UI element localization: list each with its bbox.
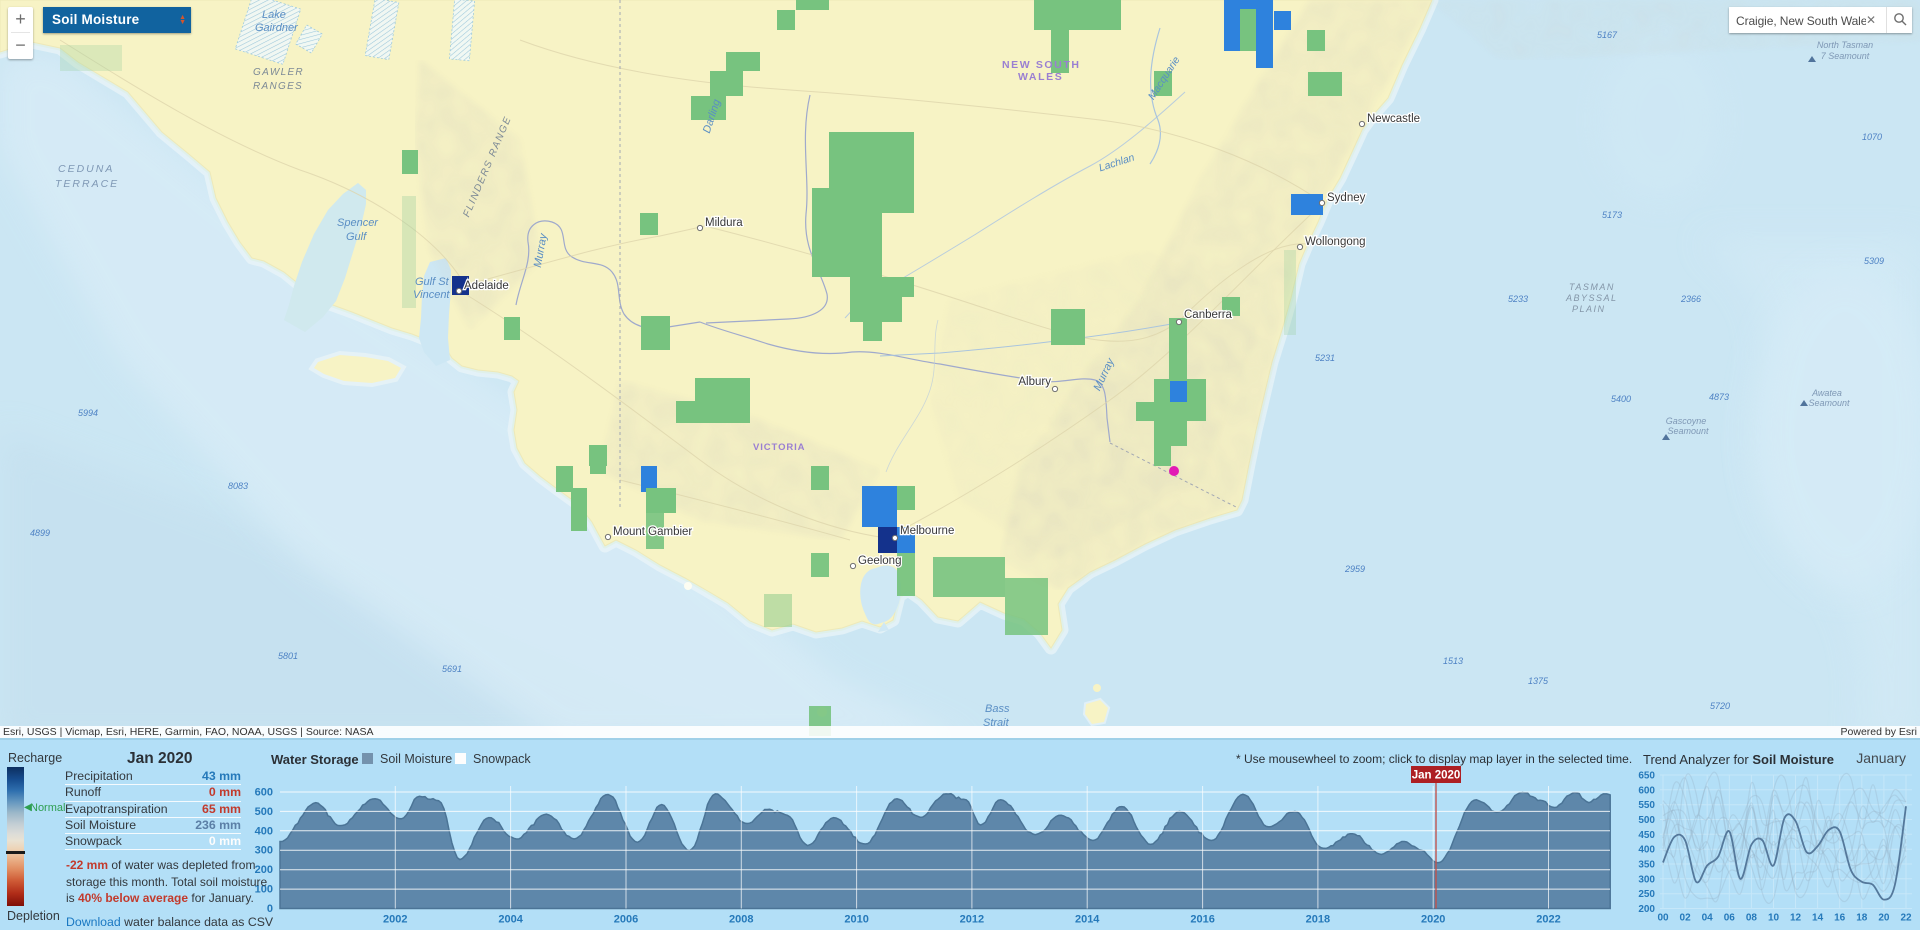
svg-text:450: 450 <box>1638 830 1655 841</box>
svg-text:02: 02 <box>1680 913 1692 924</box>
svg-text:North Tasman: North Tasman <box>1817 40 1873 50</box>
svg-text:Canberra: Canberra <box>1184 309 1233 321</box>
svg-text:TERRACE: TERRACE <box>55 178 119 190</box>
svg-text:2010: 2010 <box>844 914 868 926</box>
svg-text:22: 22 <box>1900 913 1912 924</box>
svg-text:5173: 5173 <box>1602 210 1622 220</box>
svg-text:2006: 2006 <box>614 914 638 926</box>
svg-text:5720: 5720 <box>1710 701 1730 711</box>
svg-text:300: 300 <box>255 845 273 857</box>
svg-text:0: 0 <box>267 903 273 915</box>
svg-text:500: 500 <box>1638 815 1655 826</box>
svg-text:Lake: Lake <box>262 9 286 21</box>
svg-text:Powered by Esri: Powered by Esri <box>1841 726 1917 738</box>
svg-text:Spencer: Spencer <box>337 217 379 229</box>
svg-text:2002: 2002 <box>383 914 407 926</box>
svg-text:600: 600 <box>255 787 273 799</box>
svg-text:5691: 5691 <box>442 664 462 674</box>
svg-text:TASMAN: TASMAN <box>1569 282 1615 292</box>
svg-text:RANGES: RANGES <box>253 81 303 92</box>
svg-text:Gascoyne: Gascoyne <box>1666 416 1707 426</box>
svg-text:2959: 2959 <box>1344 564 1365 574</box>
svg-text:Mildura: Mildura <box>705 217 743 229</box>
svg-text:18: 18 <box>1856 913 1868 924</box>
svg-text:VICTORIA: VICTORIA <box>753 442 805 453</box>
svg-text:NEW SOUTH: NEW SOUTH <box>1002 59 1081 71</box>
svg-text:Geelong: Geelong <box>858 555 901 567</box>
svg-text:Awatea: Awatea <box>1811 388 1842 398</box>
svg-text:2366: 2366 <box>1680 294 1701 304</box>
svg-text:7 Seamount: 7 Seamount <box>1821 51 1870 61</box>
svg-text:Bass: Bass <box>985 703 1010 715</box>
svg-text:WALES: WALES <box>1018 71 1063 83</box>
svg-text:5233: 5233 <box>1508 294 1528 304</box>
svg-text:2012: 2012 <box>960 914 984 926</box>
svg-text:200: 200 <box>1638 904 1655 915</box>
svg-text:5994: 5994 <box>78 408 98 418</box>
svg-text:650: 650 <box>1638 771 1655 782</box>
svg-text:00: 00 <box>1657 913 1669 924</box>
svg-text:Esri, USGS | Vicmap, Esri, HER: Esri, USGS | Vicmap, Esri, HERE, Garmin,… <box>3 726 374 738</box>
svg-text:400: 400 <box>1638 845 1655 856</box>
svg-text:Sydney: Sydney <box>1327 192 1366 204</box>
svg-text:06: 06 <box>1724 913 1736 924</box>
svg-text:400: 400 <box>255 825 273 837</box>
svg-text:4899: 4899 <box>30 528 50 538</box>
svg-text:500: 500 <box>255 806 273 818</box>
svg-text:2016: 2016 <box>1190 914 1214 926</box>
svg-text:12: 12 <box>1790 913 1802 924</box>
svg-text:5801: 5801 <box>278 651 298 661</box>
svg-text:5400: 5400 <box>1611 394 1631 404</box>
svg-text:04: 04 <box>1702 913 1714 924</box>
svg-text:Jan 2020: Jan 2020 <box>1412 770 1461 782</box>
svg-text:Seamount: Seamount <box>1667 426 1709 436</box>
svg-text:1375: 1375 <box>1528 676 1549 686</box>
svg-text:8083: 8083 <box>228 481 248 491</box>
svg-text:5231: 5231 <box>1315 353 1335 363</box>
svg-text:550: 550 <box>1638 800 1655 811</box>
svg-text:5309: 5309 <box>1864 256 1884 266</box>
svg-text:GAWLER: GAWLER <box>253 67 304 78</box>
svg-text:2004: 2004 <box>498 914 523 926</box>
svg-text:Mount Gambier: Mount Gambier <box>613 526 692 538</box>
svg-text:2020: 2020 <box>1421 914 1445 926</box>
svg-text:16: 16 <box>1834 913 1846 924</box>
svg-text:Newcastle: Newcastle <box>1367 113 1420 125</box>
svg-text:Gairdner: Gairdner <box>255 22 299 34</box>
svg-text:CEDUNA: CEDUNA <box>58 163 114 175</box>
svg-text:350: 350 <box>1638 860 1655 871</box>
svg-text:Albury: Albury <box>1018 376 1051 388</box>
svg-text:Seamount: Seamount <box>1808 398 1850 408</box>
svg-text:5167: 5167 <box>1597 30 1618 40</box>
svg-text:2014: 2014 <box>1075 914 1100 926</box>
svg-text:300: 300 <box>1638 874 1655 885</box>
svg-text:10: 10 <box>1768 913 1780 924</box>
svg-text:2022: 2022 <box>1536 914 1560 926</box>
svg-text:Gulf St: Gulf St <box>415 276 450 288</box>
svg-text:14: 14 <box>1812 913 1824 924</box>
svg-text:1513: 1513 <box>1443 656 1463 666</box>
svg-text:ABYSSAL: ABYSSAL <box>1565 293 1618 303</box>
svg-text:Vincent: Vincent <box>413 289 450 301</box>
svg-text:20: 20 <box>1878 913 1890 924</box>
svg-text:PLAIN: PLAIN <box>1572 304 1606 314</box>
svg-text:08: 08 <box>1746 913 1758 924</box>
svg-text:600: 600 <box>1638 785 1655 796</box>
svg-text:Gulf: Gulf <box>346 231 367 243</box>
svg-text:4873: 4873 <box>1709 392 1729 402</box>
svg-text:Melbourne: Melbourne <box>900 525 954 537</box>
svg-text:2018: 2018 <box>1306 914 1330 926</box>
svg-text:2008: 2008 <box>729 914 753 926</box>
svg-text:Adelaide: Adelaide <box>464 280 509 292</box>
svg-text:1070: 1070 <box>1862 132 1882 142</box>
svg-text:Wollongong: Wollongong <box>1305 236 1366 248</box>
svg-text:250: 250 <box>1638 889 1655 900</box>
